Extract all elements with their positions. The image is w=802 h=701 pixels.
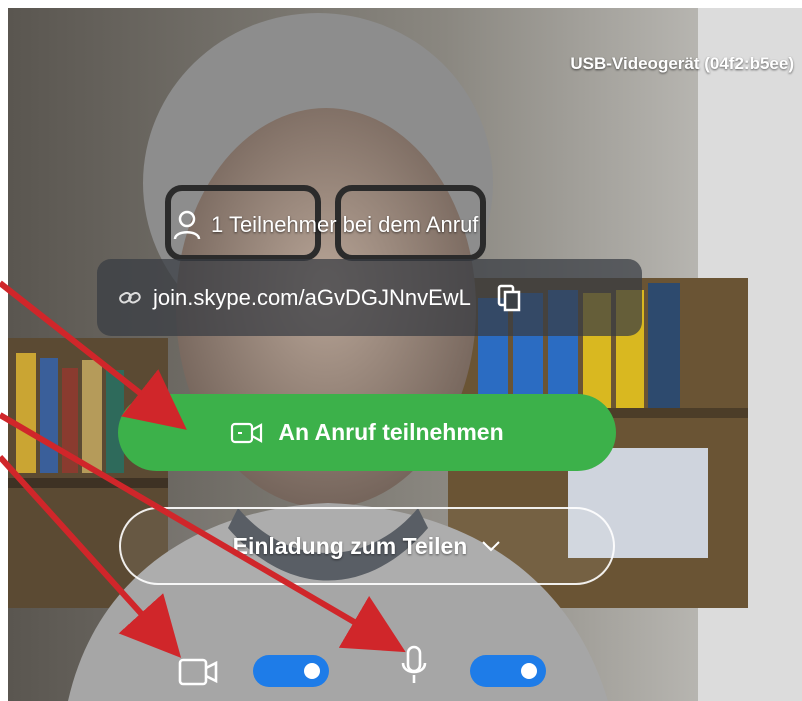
annotation-arrow-microphone — [0, 412, 406, 653]
annotation-arrows — [0, 280, 406, 658]
screenshot-stage: USB-Videogerät (04f2:b5ee) 1 Teilnehmer … — [0, 0, 802, 701]
annotation-arrow-join — [0, 280, 187, 430]
annotation-arrow-camera — [0, 454, 182, 658]
